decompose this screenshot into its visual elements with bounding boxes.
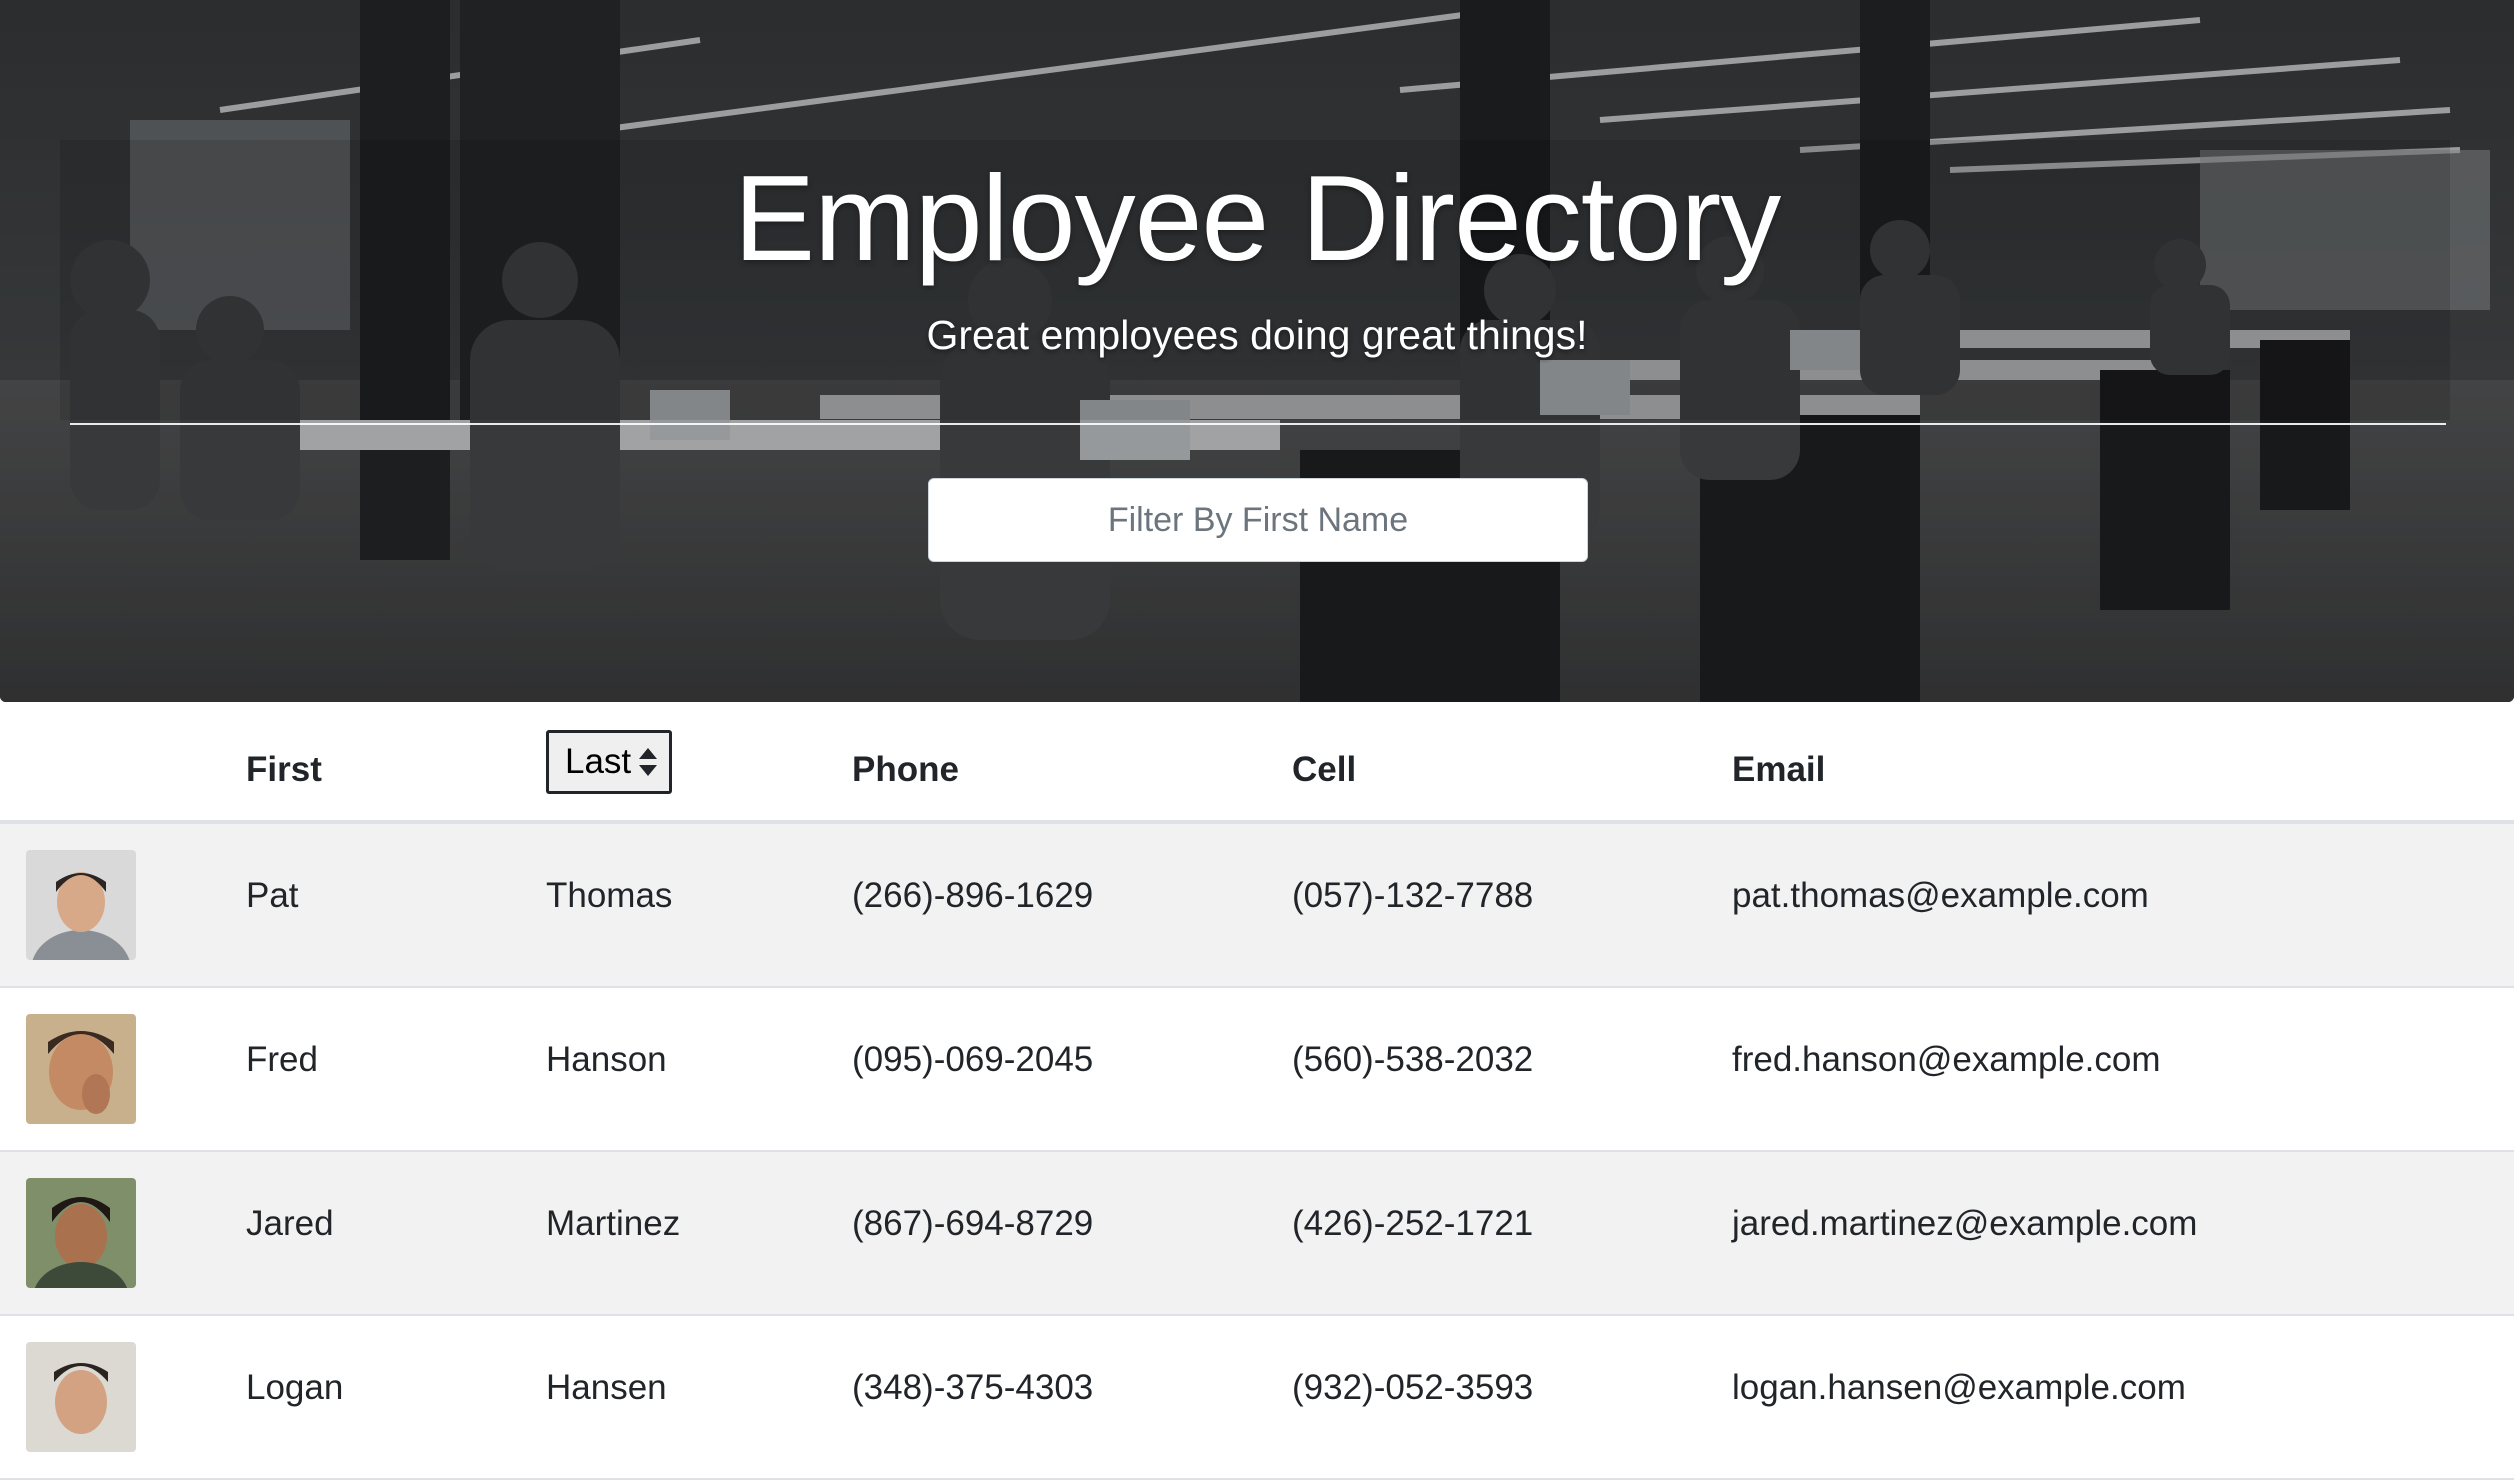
cell-phone: (348)-375-4303 xyxy=(852,1368,1094,1407)
column-header-last: Last xyxy=(565,742,632,781)
filter-first-name-input[interactable] xyxy=(928,478,1588,562)
cell-first: Fred xyxy=(246,1040,318,1079)
table-header: First Last Phone Cell Email xyxy=(0,702,2514,824)
cell-cell: (932)-052-3593 xyxy=(1292,1368,1534,1407)
cell-cell: (560)-538-2032 xyxy=(1292,1040,1534,1079)
cell-first: Logan xyxy=(246,1368,344,1407)
cell-last: Hanson xyxy=(546,1040,667,1079)
table-row: Jared Martinez (867)-694-8729 (426)-252-… xyxy=(0,1152,2514,1316)
column-header-cell: Cell xyxy=(1292,750,1357,789)
cell-first: Jared xyxy=(246,1204,334,1243)
table-row: Fred Hanson (095)-069-2045 (560)-538-203… xyxy=(0,988,2514,1152)
table-row: Logan Hansen (348)-375-4303 (932)-052-35… xyxy=(0,1316,2514,1480)
avatar xyxy=(26,850,136,960)
page-subtitle: Great employees doing great things! xyxy=(926,312,1588,358)
cell-phone: (266)-896-1629 xyxy=(852,876,1094,915)
employee-table: First Last Phone Cell Email Pat Thomas (… xyxy=(0,702,2514,1480)
column-header-phone: Phone xyxy=(852,750,959,789)
avatar xyxy=(26,1014,136,1124)
hero-banner: Employee Directory Great employees doing… xyxy=(0,0,2514,702)
cell-first: Pat xyxy=(246,876,299,915)
cell-email: pat.thomas@example.com xyxy=(1732,876,2149,915)
cell-email: jared.martinez@example.com xyxy=(1732,1204,2198,1243)
cell-last: Thomas xyxy=(546,876,673,915)
cell-phone: (095)-069-2045 xyxy=(852,1040,1094,1079)
cell-cell: (057)-132-7788 xyxy=(1292,876,1534,915)
cell-email: fred.hanson@example.com xyxy=(1732,1040,2161,1079)
sort-up-down-icon xyxy=(637,746,659,778)
table-row: Pat Thomas (266)-896-1629 (057)-132-7788… xyxy=(0,824,2514,988)
avatar xyxy=(26,1178,136,1288)
sort-by-last-button[interactable]: Last xyxy=(546,730,673,794)
column-header-email: Email xyxy=(1732,750,1826,789)
cell-last: Martinez xyxy=(546,1204,681,1243)
page-title: Employee Directory xyxy=(733,150,1781,286)
avatar xyxy=(26,1342,136,1452)
hero-divider xyxy=(70,423,2446,425)
column-header-first: First xyxy=(246,750,322,789)
cell-cell: (426)-252-1721 xyxy=(1292,1204,1534,1243)
cell-phone: (867)-694-8729 xyxy=(852,1204,1094,1243)
cell-email: logan.hansen@example.com xyxy=(1732,1368,2186,1407)
cell-last: Hansen xyxy=(546,1368,667,1407)
